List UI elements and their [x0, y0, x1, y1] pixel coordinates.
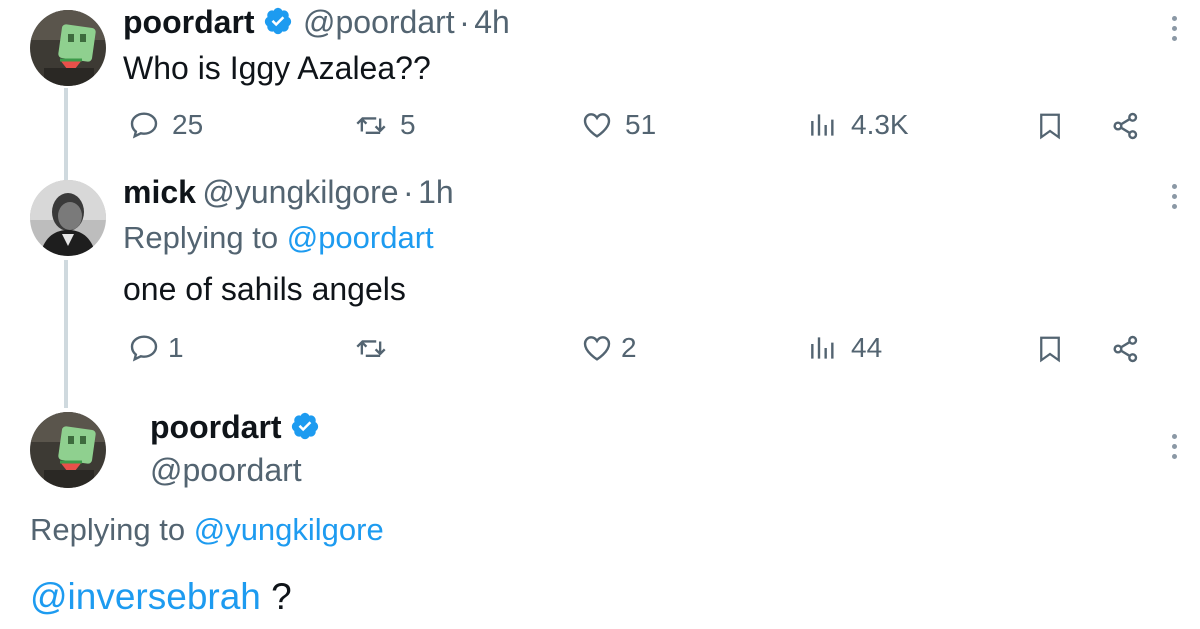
- retweet-button[interactable]: [354, 332, 400, 364]
- more-icon[interactable]: [1172, 184, 1178, 214]
- author-name[interactable]: poordart: [123, 4, 255, 40]
- replying-to-line: Replying to @yungkilgore: [30, 512, 384, 548]
- replying-to-line: Replying to @poordart: [123, 220, 434, 256]
- tweet-text-suffix: ?: [271, 576, 292, 617]
- separator: ·: [459, 4, 470, 40]
- reply-icon: [130, 112, 158, 139]
- bookmark-button[interactable]: [1035, 110, 1065, 142]
- like-button[interactable]: 51: [581, 109, 656, 141]
- replying-prefix: Replying to: [30, 512, 186, 547]
- replying-to-link[interactable]: @poordart: [287, 220, 434, 255]
- verified-badge-icon: [263, 6, 293, 36]
- replying-to-link[interactable]: @yungkilgore: [194, 512, 384, 547]
- author-handle[interactable]: @poordart: [303, 4, 455, 40]
- thread-line: [64, 260, 68, 408]
- author-name[interactable]: mick: [123, 174, 196, 210]
- bookmark-icon: [1040, 113, 1060, 140]
- views-button[interactable]: 4.3K: [807, 109, 909, 141]
- tweet-text: one of sahils angels: [123, 271, 406, 307]
- views-count: 4.3K: [851, 109, 909, 140]
- mention-link[interactable]: @inversebrah: [30, 576, 261, 617]
- thread-line: [64, 88, 68, 180]
- views-icon: [811, 337, 834, 359]
- like-button[interactable]: 2: [581, 332, 637, 364]
- retweet-count: 5: [400, 109, 416, 140]
- separator: ·: [402, 174, 414, 210]
- reply-count: 25: [172, 109, 204, 140]
- tweet-text: Who is Iggy Azalea??: [123, 50, 431, 86]
- views-count: 44: [851, 332, 883, 363]
- author-handle[interactable]: @poordart: [150, 452, 302, 489]
- avatar-poordart[interactable]: [30, 10, 106, 86]
- tweet1-header: poordart @poordart · 4h: [123, 4, 510, 41]
- author-name[interactable]: poordart: [150, 409, 282, 445]
- timestamp[interactable]: 4h: [474, 4, 510, 40]
- share-icon: [1113, 335, 1138, 363]
- bookmark-icon: [1040, 336, 1060, 363]
- like-icon: [583, 113, 611, 138]
- share-button[interactable]: [1110, 110, 1142, 142]
- timestamp[interactable]: 1h: [418, 174, 454, 210]
- reply-button[interactable]: 1: [128, 332, 184, 364]
- verified-badge-icon: [290, 411, 320, 441]
- author-handle[interactable]: @yungkilgore: [202, 174, 398, 210]
- more-icon[interactable]: [1172, 434, 1178, 464]
- replying-prefix: Replying to: [123, 220, 279, 255]
- like-icon: [583, 336, 611, 361]
- bookmark-button[interactable]: [1035, 333, 1065, 365]
- tweet3-header-name: poordart: [150, 409, 320, 446]
- retweet-icon: [356, 117, 386, 135]
- tweet-text: @inversebrah ?: [30, 576, 292, 618]
- avatar-poordart[interactable]: [30, 412, 106, 488]
- avatar-mick[interactable]: [30, 180, 106, 256]
- reply-button[interactable]: 25: [128, 109, 203, 141]
- tweet2-header: mick @yungkilgore · 1h: [123, 174, 454, 211]
- like-count: 2: [621, 332, 637, 363]
- like-count: 51: [625, 109, 657, 140]
- more-icon[interactable]: [1172, 16, 1178, 46]
- share-icon: [1113, 112, 1138, 140]
- views-button[interactable]: 44: [807, 332, 882, 364]
- reply-icon: [130, 335, 158, 362]
- views-icon: [811, 114, 834, 136]
- retweet-icon: [356, 340, 386, 358]
- reply-count: 1: [168, 332, 184, 363]
- retweet-button[interactable]: 5: [354, 109, 416, 141]
- share-button[interactable]: [1110, 333, 1142, 365]
